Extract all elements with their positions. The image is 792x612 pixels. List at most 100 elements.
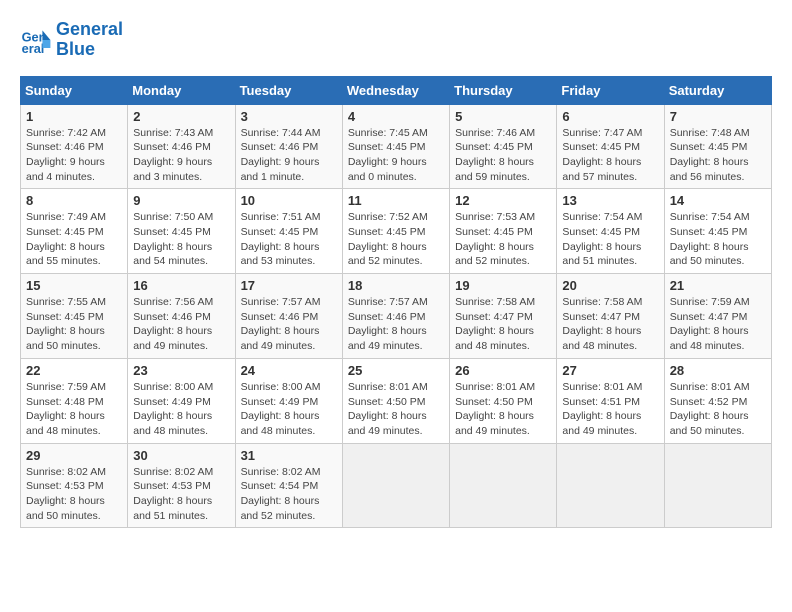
weekday-header-friday: Friday	[557, 76, 664, 104]
day-info: Sunrise: 7:57 AMSunset: 4:46 PMDaylight:…	[241, 296, 321, 352]
day-number: 9	[133, 193, 229, 208]
calendar-cell	[342, 443, 449, 528]
calendar-cell: 17 Sunrise: 7:57 AMSunset: 4:46 PMDaylig…	[235, 274, 342, 359]
calendar-cell: 22 Sunrise: 7:59 AMSunset: 4:48 PMDaylig…	[21, 358, 128, 443]
day-number: 16	[133, 278, 229, 293]
day-info: Sunrise: 7:45 AMSunset: 4:45 PMDaylight:…	[348, 127, 428, 183]
calendar-week-3: 15 Sunrise: 7:55 AMSunset: 4:45 PMDaylig…	[21, 274, 772, 359]
logo-text: GeneralBlue	[56, 20, 123, 60]
day-number: 5	[455, 109, 551, 124]
day-number: 27	[562, 363, 658, 378]
day-info: Sunrise: 8:02 AMSunset: 4:54 PMDaylight:…	[241, 466, 321, 522]
day-info: Sunrise: 7:47 AMSunset: 4:45 PMDaylight:…	[562, 127, 642, 183]
weekday-header-thursday: Thursday	[450, 76, 557, 104]
day-info: Sunrise: 7:54 AMSunset: 4:45 PMDaylight:…	[562, 211, 642, 267]
day-info: Sunrise: 7:55 AMSunset: 4:45 PMDaylight:…	[26, 296, 106, 352]
day-info: Sunrise: 7:54 AMSunset: 4:45 PMDaylight:…	[670, 211, 750, 267]
calendar-week-5: 29 Sunrise: 8:02 AMSunset: 4:53 PMDaylig…	[21, 443, 772, 528]
day-info: Sunrise: 8:02 AMSunset: 4:53 PMDaylight:…	[26, 466, 106, 522]
calendar-cell	[664, 443, 771, 528]
day-info: Sunrise: 7:50 AMSunset: 4:45 PMDaylight:…	[133, 211, 213, 267]
day-number: 24	[241, 363, 337, 378]
day-number: 14	[670, 193, 766, 208]
day-number: 6	[562, 109, 658, 124]
calendar-cell: 15 Sunrise: 7:55 AMSunset: 4:45 PMDaylig…	[21, 274, 128, 359]
day-number: 13	[562, 193, 658, 208]
day-info: Sunrise: 7:51 AMSunset: 4:45 PMDaylight:…	[241, 211, 321, 267]
weekday-header-tuesday: Tuesday	[235, 76, 342, 104]
day-number: 15	[26, 278, 122, 293]
calendar-cell: 16 Sunrise: 7:56 AMSunset: 4:46 PMDaylig…	[128, 274, 235, 359]
calendar-cell: 7 Sunrise: 7:48 AMSunset: 4:45 PMDayligh…	[664, 104, 771, 189]
calendar-cell: 23 Sunrise: 8:00 AMSunset: 4:49 PMDaylig…	[128, 358, 235, 443]
weekday-header-wednesday: Wednesday	[342, 76, 449, 104]
day-info: Sunrise: 8:02 AMSunset: 4:53 PMDaylight:…	[133, 466, 213, 522]
day-info: Sunrise: 7:53 AMSunset: 4:45 PMDaylight:…	[455, 211, 535, 267]
calendar-cell: 19 Sunrise: 7:58 AMSunset: 4:47 PMDaylig…	[450, 274, 557, 359]
calendar-cell: 21 Sunrise: 7:59 AMSunset: 4:47 PMDaylig…	[664, 274, 771, 359]
calendar-cell: 3 Sunrise: 7:44 AMSunset: 4:46 PMDayligh…	[235, 104, 342, 189]
day-number: 18	[348, 278, 444, 293]
page-header: Gen eral GeneralBlue	[20, 20, 772, 60]
day-number: 1	[26, 109, 122, 124]
day-info: Sunrise: 7:52 AMSunset: 4:45 PMDaylight:…	[348, 211, 428, 267]
day-number: 17	[241, 278, 337, 293]
calendar-cell: 11 Sunrise: 7:52 AMSunset: 4:45 PMDaylig…	[342, 189, 449, 274]
day-number: 10	[241, 193, 337, 208]
day-info: Sunrise: 7:49 AMSunset: 4:45 PMDaylight:…	[26, 211, 106, 267]
day-number: 20	[562, 278, 658, 293]
day-info: Sunrise: 7:56 AMSunset: 4:46 PMDaylight:…	[133, 296, 213, 352]
day-number: 7	[670, 109, 766, 124]
day-info: Sunrise: 7:46 AMSunset: 4:45 PMDaylight:…	[455, 127, 535, 183]
day-number: 28	[670, 363, 766, 378]
day-number: 19	[455, 278, 551, 293]
calendar-cell: 29 Sunrise: 8:02 AMSunset: 4:53 PMDaylig…	[21, 443, 128, 528]
day-number: 2	[133, 109, 229, 124]
day-info: Sunrise: 7:48 AMSunset: 4:45 PMDaylight:…	[670, 127, 750, 183]
day-info: Sunrise: 7:42 AMSunset: 4:46 PMDaylight:…	[26, 127, 106, 183]
day-number: 21	[670, 278, 766, 293]
calendar-cell: 26 Sunrise: 8:01 AMSunset: 4:50 PMDaylig…	[450, 358, 557, 443]
calendar-cell: 6 Sunrise: 7:47 AMSunset: 4:45 PMDayligh…	[557, 104, 664, 189]
day-number: 8	[26, 193, 122, 208]
day-info: Sunrise: 7:59 AMSunset: 4:47 PMDaylight:…	[670, 296, 750, 352]
calendar-cell: 14 Sunrise: 7:54 AMSunset: 4:45 PMDaylig…	[664, 189, 771, 274]
calendar-cell: 27 Sunrise: 8:01 AMSunset: 4:51 PMDaylig…	[557, 358, 664, 443]
day-number: 3	[241, 109, 337, 124]
calendar-cell	[557, 443, 664, 528]
day-number: 12	[455, 193, 551, 208]
day-info: Sunrise: 7:58 AMSunset: 4:47 PMDaylight:…	[562, 296, 642, 352]
svg-text:eral: eral	[22, 41, 45, 56]
day-info: Sunrise: 8:01 AMSunset: 4:51 PMDaylight:…	[562, 381, 642, 437]
calendar-week-1: 1 Sunrise: 7:42 AMSunset: 4:46 PMDayligh…	[21, 104, 772, 189]
calendar-table: SundayMondayTuesdayWednesdayThursdayFrid…	[20, 76, 772, 529]
calendar-cell: 5 Sunrise: 7:46 AMSunset: 4:45 PMDayligh…	[450, 104, 557, 189]
calendar-cell: 1 Sunrise: 7:42 AMSunset: 4:46 PMDayligh…	[21, 104, 128, 189]
day-info: Sunrise: 8:01 AMSunset: 4:50 PMDaylight:…	[348, 381, 428, 437]
calendar-cell: 13 Sunrise: 7:54 AMSunset: 4:45 PMDaylig…	[557, 189, 664, 274]
day-info: Sunrise: 7:59 AMSunset: 4:48 PMDaylight:…	[26, 381, 106, 437]
day-info: Sunrise: 8:00 AMSunset: 4:49 PMDaylight:…	[241, 381, 321, 437]
calendar-cell: 24 Sunrise: 8:00 AMSunset: 4:49 PMDaylig…	[235, 358, 342, 443]
calendar-cell: 31 Sunrise: 8:02 AMSunset: 4:54 PMDaylig…	[235, 443, 342, 528]
weekday-header-saturday: Saturday	[664, 76, 771, 104]
day-number: 30	[133, 448, 229, 463]
day-number: 4	[348, 109, 444, 124]
calendar-cell: 30 Sunrise: 8:02 AMSunset: 4:53 PMDaylig…	[128, 443, 235, 528]
day-info: Sunrise: 8:01 AMSunset: 4:52 PMDaylight:…	[670, 381, 750, 437]
day-number: 11	[348, 193, 444, 208]
day-info: Sunrise: 7:43 AMSunset: 4:46 PMDaylight:…	[133, 127, 213, 183]
logo: Gen eral GeneralBlue	[20, 20, 123, 60]
logo-icon: Gen eral	[20, 24, 52, 56]
calendar-cell: 10 Sunrise: 7:51 AMSunset: 4:45 PMDaylig…	[235, 189, 342, 274]
day-number: 22	[26, 363, 122, 378]
calendar-cell: 4 Sunrise: 7:45 AMSunset: 4:45 PMDayligh…	[342, 104, 449, 189]
calendar-cell: 9 Sunrise: 7:50 AMSunset: 4:45 PMDayligh…	[128, 189, 235, 274]
weekday-header-sunday: Sunday	[21, 76, 128, 104]
day-info: Sunrise: 7:58 AMSunset: 4:47 PMDaylight:…	[455, 296, 535, 352]
day-info: Sunrise: 7:57 AMSunset: 4:46 PMDaylight:…	[348, 296, 428, 352]
calendar-cell: 20 Sunrise: 7:58 AMSunset: 4:47 PMDaylig…	[557, 274, 664, 359]
calendar-cell: 2 Sunrise: 7:43 AMSunset: 4:46 PMDayligh…	[128, 104, 235, 189]
calendar-cell	[450, 443, 557, 528]
calendar-cell: 18 Sunrise: 7:57 AMSunset: 4:46 PMDaylig…	[342, 274, 449, 359]
